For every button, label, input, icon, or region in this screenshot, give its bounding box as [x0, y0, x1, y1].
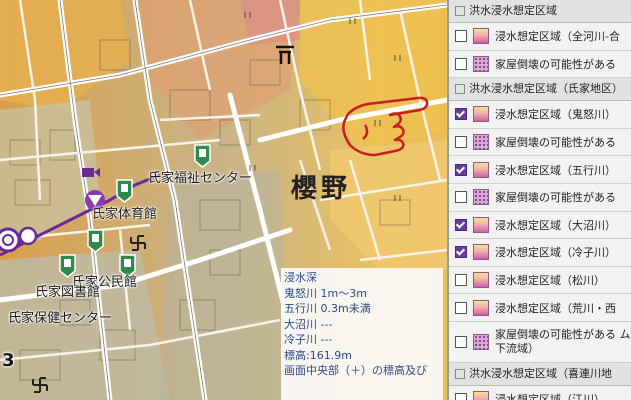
layer-checkbox[interactable] [455, 57, 467, 70]
flood-depth-info-box: 浸水深 鬼怒川 1m～3m 五行川 0.3m未満 大沼川 --- 冷子川 ---… [281, 268, 443, 400]
layer-label: 浸水想定区域（江川） [495, 393, 605, 400]
layer-checkbox[interactable] [455, 191, 467, 204]
layer-row[interactable]: 家屋倒壊の可能性がある [449, 51, 631, 79]
collapse-risk-swatch-icon [473, 333, 489, 350]
health-center-label[interactable]: 氏家保健センター [8, 307, 112, 326]
area-name-label: 櫻野 [291, 174, 352, 204]
layer-label: 浸水想定区域（鬼怒川） [495, 108, 616, 122]
layer-row[interactable]: 浸水想定区域（鬼怒川） [449, 101, 631, 129]
flood-gradient-swatch-icon [473, 216, 489, 233]
facility-icon[interactable] [87, 229, 104, 253]
info-line: 五行川 0.3m未満 [284, 302, 371, 315]
layer-checkbox[interactable] [455, 301, 467, 314]
layer-row[interactable]: 家屋倒壊の可能性がある [449, 129, 631, 157]
layer-checkbox[interactable] [455, 246, 467, 259]
facility-icon[interactable] [116, 179, 133, 203]
info-line: 標高:161.9m [284, 348, 352, 362]
collapse-risk-swatch-icon [473, 189, 489, 206]
flood-gradient-swatch-icon [473, 161, 489, 178]
layer-row[interactable]: 浸水想定区域（五行川） [449, 156, 631, 184]
library-label[interactable]: 氏家図書館 [35, 281, 100, 300]
collapse-risk-swatch-icon [473, 134, 489, 151]
layer-row[interactable]: 浸水想定区域（全河川-合 [449, 23, 631, 51]
gym-label[interactable]: 氏家体育館 [92, 203, 157, 222]
panel-header[interactable]: 洪水浸水想定区域 [449, 0, 631, 23]
flood-gradient-swatch-icon [473, 106, 489, 123]
flood-gradient-swatch-icon [473, 244, 489, 261]
layer-checkbox[interactable] [455, 136, 467, 149]
layer-label: 浸水想定区域（大沼川） [495, 218, 616, 232]
layer-label: 家屋倒壊の可能性がある ム下流域） [495, 327, 631, 355]
layer-row[interactable]: 家屋倒壊の可能性がある ム下流域） [449, 322, 631, 363]
layer-row[interactable]: 浸水想定区域（松川） [449, 267, 631, 295]
folder-icon [455, 84, 465, 95]
info-line: 大沼川 --- [284, 317, 333, 331]
info-line: 鬼怒川 1m～3m [284, 286, 367, 300]
section-header[interactable]: 洪水浸水想定区域（喜連川地 [449, 362, 631, 386]
collapse-risk-swatch-icon [473, 55, 489, 72]
layer-label: 家屋倒壊の可能性がある [495, 191, 616, 205]
flood-gradient-swatch-icon [473, 272, 489, 289]
layer-label: 浸水想定区域（五行川） [495, 163, 616, 177]
layer-row[interactable]: 浸水想定区域（江川） [449, 386, 631, 400]
layer-label: 浸水想定区域（全河川-合 [495, 30, 620, 44]
folder-icon [455, 368, 465, 379]
layer-checkbox[interactable] [455, 335, 467, 348]
folder-icon [455, 6, 465, 16]
layer-checkbox[interactable] [455, 30, 467, 43]
info-line: 画面中央部（＋）の標高及び [284, 364, 427, 377]
layer-panel[interactable]: 洪水浸水想定区域 浸水想定区域（全河川-合 家屋倒壊の可能性がある 洪水浸水想定… [447, 0, 631, 400]
layer-label: 家屋倒壊の可能性がある [495, 136, 616, 150]
layer-row[interactable]: 家屋倒壊の可能性がある [449, 184, 631, 212]
layer-row[interactable]: 浸水想定区域（荒川・西 [449, 294, 631, 322]
layer-row[interactable]: 浸水想定区域（大沼川） [449, 212, 631, 240]
flood-gradient-swatch-icon [473, 299, 489, 316]
facility-icon[interactable] [194, 144, 211, 168]
flood-gradient-swatch-icon [473, 391, 489, 400]
layer-checkbox[interactable] [455, 274, 467, 287]
layer-checkbox[interactable] [455, 163, 467, 176]
section-header[interactable]: 洪水浸水想定区域（氏家地区） [449, 78, 631, 102]
layer-label: 家屋倒壊の可能性がある [495, 57, 616, 71]
layer-label: 浸水想定区域（松川） [495, 274, 605, 288]
layer-checkbox[interactable] [455, 108, 467, 121]
layer-checkbox[interactable] [455, 393, 467, 400]
info-line: 冷子川 --- [284, 333, 333, 346]
layer-label: 浸水想定区域（冷子川） [495, 246, 616, 260]
map-grid-number: 3 [2, 350, 15, 371]
layer-checkbox[interactable] [455, 218, 467, 231]
welfare-center-label[interactable]: 氏家福祉センター [148, 167, 252, 186]
layer-label: 浸水想定区域（荒川・西 [495, 301, 616, 315]
info-title: 浸水深 [284, 271, 317, 284]
layer-row[interactable]: 浸水想定区域（冷子川） [449, 239, 631, 267]
flood-gradient-swatch-icon [473, 28, 489, 45]
